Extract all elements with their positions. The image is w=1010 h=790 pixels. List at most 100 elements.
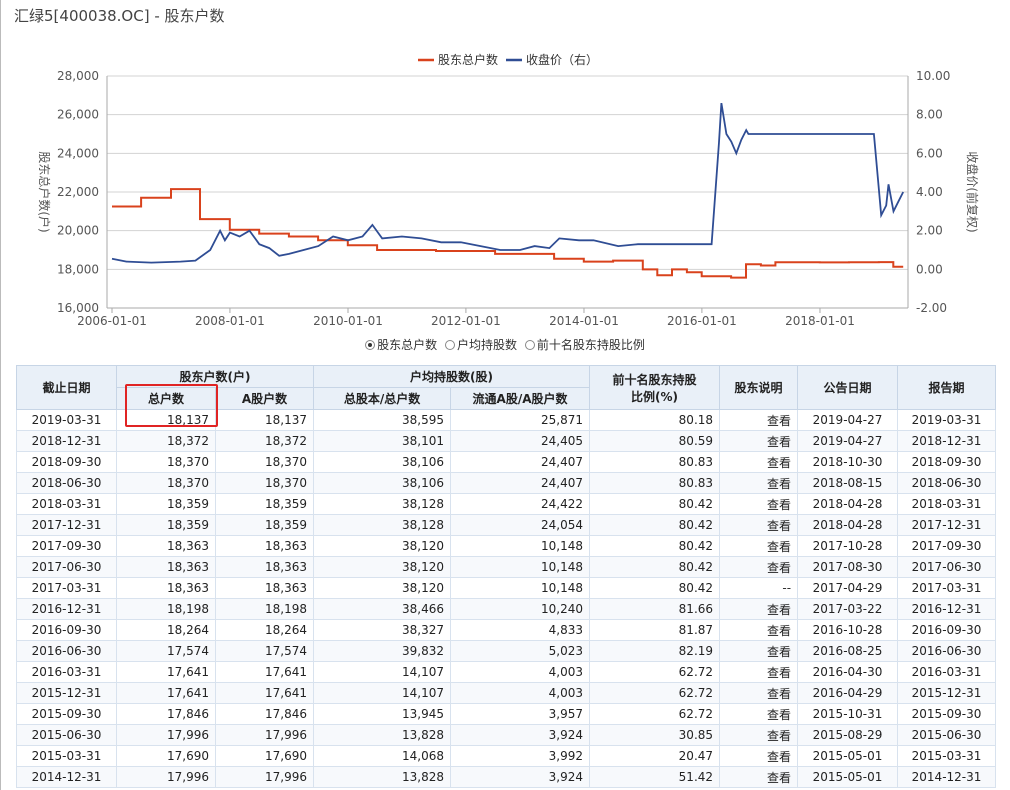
cell-a-holders: 17,846 <box>214 703 315 725</box>
radio-top10-ratio[interactable]: 前十名股东持股比例 <box>524 336 645 353</box>
cell-date: 2017-12-31 <box>16 514 117 536</box>
cell-a-holders: 17,641 <box>214 682 315 704</box>
cell-date: 2018-03-31 <box>16 493 117 515</box>
view-link[interactable]: 查看 <box>719 556 799 578</box>
cell-report-period: 2017-03-31 <box>897 577 997 599</box>
radio-label: 前十名股东持股比例 <box>536 338 645 352</box>
view-link[interactable]: 查看 <box>719 640 799 662</box>
y-right-tick-label: 2.00 <box>916 224 943 238</box>
cell-top10: 51.42 <box>589 766 721 788</box>
cell-avg-float: 24,407 <box>450 451 591 473</box>
view-link[interactable]: 查看 <box>719 409 799 431</box>
cell-date: 2016-03-31 <box>16 661 117 683</box>
header-date[interactable]: 截止日期 <box>16 365 117 410</box>
cell-report-period: 2017-12-31 <box>897 514 997 536</box>
view-link[interactable]: 查看 <box>719 493 799 515</box>
cell-announce-date: 2017-10-28 <box>797 535 899 557</box>
view-link[interactable]: 查看 <box>719 745 799 767</box>
cell-date: 2018-09-30 <box>16 451 117 473</box>
view-link[interactable]: 查看 <box>719 766 799 788</box>
y-right-tick-label: 10.00 <box>916 69 950 83</box>
table-row: 2018-06-30 18,370 18,370 38,106 24,407 80.83 查… <box>16 472 997 494</box>
view-link[interactable]: 查看 <box>719 514 799 536</box>
view-link[interactable]: 查看 <box>719 472 799 494</box>
cell-announce-date: 2017-04-29 <box>797 577 899 599</box>
header-top10[interactable]: 前十名股东持股比例(%) <box>589 365 721 410</box>
radio-label: 户均持股数 <box>456 338 517 352</box>
table-row: 2017-09-30 18,363 18,363 38,120 10,148 80.42 查… <box>16 535 997 557</box>
cell-top10: 30.85 <box>589 724 721 746</box>
table-row: 2018-03-31 18,359 18,359 38,128 24,422 80.42 查… <box>16 493 997 515</box>
y-left-tick-label: 20,000 <box>57 224 99 238</box>
cell-avg-total: 13,828 <box>313 766 452 788</box>
header-avg-total[interactable]: 总股本/总户数 <box>313 387 452 410</box>
view-link[interactable]: 查看 <box>719 535 799 557</box>
cell-date: 2015-03-31 <box>16 745 117 767</box>
view-link[interactable]: 查看 <box>719 430 799 452</box>
cell-report-period: 2018-09-30 <box>897 451 997 473</box>
radio-avg-shares[interactable]: 户均持股数 <box>444 336 517 353</box>
header-total-holders[interactable]: 总户数 <box>116 387 216 410</box>
cell-a-holders: 18,359 <box>214 514 315 536</box>
y-right-axis-label: 收盘价(前复权) <box>965 151 980 232</box>
y-left-tick-label: 22,000 <box>57 185 99 199</box>
cell-avg-total: 14,068 <box>313 745 452 767</box>
view-link[interactable]: 查看 <box>719 619 799 641</box>
cell-top10: 62.72 <box>589 682 721 704</box>
y-left-tick-label: 18,000 <box>57 262 99 276</box>
cell-avg-float: 4,003 <box>450 661 591 683</box>
y-right-tick-label: -2.00 <box>916 301 947 315</box>
cell-total-holders: 18,372 <box>116 430 216 452</box>
cell-date: 2015-06-30 <box>16 724 117 746</box>
cell-avg-float: 3,992 <box>450 745 591 767</box>
x-tick-label: 2010-01-01 <box>313 314 383 328</box>
table-row: 2017-03-31 18,363 18,363 38,120 10,148 80.42-… <box>16 577 997 599</box>
radio-total-holders[interactable]: 股东总户数 <box>365 336 437 353</box>
cell-top10: 80.42 <box>589 556 721 578</box>
legend-label-price[interactable]: 收盘价（右） <box>526 52 598 67</box>
cell-a-holders: 18,370 <box>214 472 315 494</box>
view-link[interactable]: 查看 <box>719 598 799 620</box>
cell-a-holders: 18,372 <box>214 430 315 452</box>
cell-total-holders: 18,359 <box>116 493 216 515</box>
cell-top10: 80.59 <box>589 430 721 452</box>
cell-avg-float: 25,871 <box>450 409 591 431</box>
view-link[interactable]: 查看 <box>719 703 799 725</box>
cell-avg-float: 10,148 <box>450 556 591 578</box>
cell-total-holders: 18,363 <box>116 577 216 599</box>
cell-announce-date: 2019-04-27 <box>797 409 899 431</box>
cell-report-period: 2015-12-31 <box>897 682 997 704</box>
cell-report-period: 2017-06-30 <box>897 556 997 578</box>
header-avg-float[interactable]: 流通A股/A股户数 <box>450 387 591 410</box>
cell-total-holders: 17,574 <box>116 640 216 662</box>
header-announce-date[interactable]: 公告日期 <box>797 365 899 410</box>
view-link[interactable]: 查看 <box>719 724 799 746</box>
cell-avg-total: 38,106 <box>313 472 452 494</box>
view-link[interactable]: 查看 <box>719 661 799 683</box>
table-row: 2018-12-31 18,372 18,372 38,101 24,405 80.59 查… <box>16 430 997 452</box>
cell-total-holders: 18,363 <box>116 556 216 578</box>
cell-avg-total: 38,128 <box>313 493 452 515</box>
cell-avg-float: 24,407 <box>450 472 591 494</box>
cell-avg-float: 5,023 <box>450 640 591 662</box>
cell-announce-date: 2017-08-30 <box>797 556 899 578</box>
y-right-tick-label: 4.00 <box>916 185 943 199</box>
y-right-tick-label: 6.00 <box>916 146 943 160</box>
cell-date: 2017-09-30 <box>16 535 117 557</box>
table-row: 2014-12-31 17,996 17,996 13,828 3,924 51.42 查看… <box>16 766 997 788</box>
table-row: 2017-12-31 18,359 18,359 38,128 24,054 80.42 查… <box>16 514 997 536</box>
view-link[interactable]: 查看 <box>719 451 799 473</box>
cell-avg-float: 3,924 <box>450 766 591 788</box>
x-tick-label: 2006-01-01 <box>77 314 147 328</box>
cell-top10: 81.66 <box>589 598 721 620</box>
cell-avg-total: 39,832 <box>313 640 452 662</box>
view-link[interactable]: 查看 <box>719 682 799 704</box>
cell-report-period: 2017-09-30 <box>897 535 997 557</box>
cell-top10: 81.87 <box>589 619 721 641</box>
cell-announce-date: 2018-10-30 <box>797 451 899 473</box>
header-a-holders[interactable]: A股户数 <box>214 387 315 410</box>
y-right-tick-label: 0.00 <box>916 262 943 276</box>
cell-avg-total: 38,120 <box>313 535 452 557</box>
header-report-period[interactable]: 报告期 <box>897 365 997 410</box>
legend-label-holders[interactable]: 股东总户数 <box>438 52 498 67</box>
